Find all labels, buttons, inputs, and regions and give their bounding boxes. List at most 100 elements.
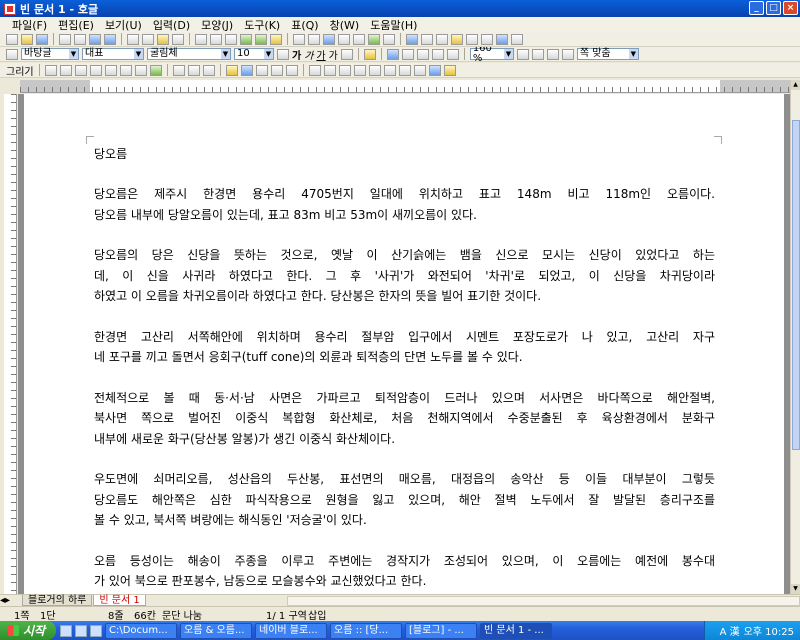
indent-icon[interactable] — [531, 48, 544, 60]
mail-merge-icon[interactable] — [436, 33, 448, 45]
picture-tool-icon[interactable] — [149, 64, 162, 76]
ime-indicator[interactable]: A 漢 — [720, 623, 740, 638]
footnote-icon[interactable] — [338, 33, 350, 45]
tab-blogger-day[interactable]: 블로거의 하루 — [22, 595, 93, 606]
scroll-thumb[interactable] — [792, 120, 800, 450]
menu-insert[interactable]: 입력(D) — [153, 17, 190, 33]
group-icon[interactable] — [187, 64, 200, 76]
font-size-select[interactable]: 10 ▼ — [234, 48, 274, 60]
document-area[interactable]: 당오름 당오름은 제주시 한경면 용수리 4705번지 일대에 위치하고 표고 … — [18, 94, 790, 594]
line-width-icon[interactable] — [270, 64, 283, 76]
bring-front-icon[interactable] — [308, 64, 321, 76]
print-icon[interactable] — [59, 33, 71, 45]
replace-icon[interactable] — [225, 33, 237, 45]
bullet-list-icon[interactable] — [546, 48, 559, 60]
line-spacing-icon[interactable] — [516, 48, 529, 60]
menu-table[interactable]: 표(Q) — [291, 17, 318, 33]
tab-blank-document[interactable]: 빈 문서 1 — [93, 595, 146, 606]
menu-format[interactable]: 모양(J) — [201, 17, 233, 33]
line-tool-icon[interactable] — [44, 64, 57, 76]
minimize-button[interactable]: _ — [749, 1, 764, 15]
paste-icon[interactable] — [157, 33, 169, 45]
rotate-icon[interactable] — [338, 64, 351, 76]
align-left-icon[interactable] — [401, 48, 414, 60]
document-page[interactable]: 당오름 당오름은 제주시 한경면 용수리 4705번지 일대에 위치하고 표고 … — [24, 94, 784, 594]
menu-help[interactable]: 도움말(H) — [370, 17, 417, 33]
column-icon[interactable] — [406, 33, 418, 45]
hyperlink-icon[interactable] — [308, 33, 320, 45]
text-color-icon[interactable] — [340, 48, 353, 60]
taskbar-blog[interactable]: [블로그] - ... — [405, 622, 477, 639]
ellipse-tool-icon[interactable] — [74, 64, 87, 76]
bookmark-icon[interactable] — [451, 33, 463, 45]
font-size-up-icon[interactable] — [277, 48, 289, 60]
redo-icon[interactable] — [104, 33, 116, 45]
taskbar-browser-2[interactable]: 네이버 블로... — [255, 622, 327, 639]
zoom-select[interactable]: 160 % ▼ — [469, 47, 514, 61]
horizontal-scrollbar[interactable] — [286, 595, 800, 606]
scroll-down-icon[interactable]: ▼ — [791, 584, 800, 594]
insert-chart-icon[interactable] — [255, 33, 267, 45]
scroll-up-icon[interactable]: ▲ — [791, 80, 800, 90]
print-preview-icon[interactable] — [74, 33, 86, 45]
underline-button[interactable]: 가 — [316, 47, 325, 62]
3d-icon[interactable] — [413, 64, 426, 76]
textbox-tool-icon[interactable] — [134, 64, 147, 76]
distribute-icon[interactable] — [446, 48, 459, 60]
horizontal-ruler[interactable] — [20, 80, 790, 93]
move-icon[interactable] — [428, 64, 441, 76]
bold-button[interactable]: 가 — [292, 47, 301, 62]
web-icon[interactable] — [323, 33, 335, 45]
maximize-button[interactable]: □ — [766, 1, 781, 15]
find-icon[interactable] — [210, 33, 222, 45]
help-icon[interactable] — [511, 33, 523, 45]
memo-icon[interactable] — [466, 33, 478, 45]
distribute-objects-icon[interactable] — [383, 64, 396, 76]
save-icon[interactable] — [36, 33, 48, 45]
status-insert-mode[interactable]: 삽입 — [308, 607, 326, 622]
font-select[interactable]: 굴림체 ▼ — [147, 48, 231, 60]
close-button[interactable]: × — [783, 1, 798, 15]
highlight-icon[interactable] — [363, 48, 376, 60]
desktop-icon[interactable] — [75, 624, 87, 637]
taskbar-explorer[interactable]: C:\Docum... — [105, 622, 177, 639]
header-icon[interactable] — [353, 33, 365, 45]
outline-button[interactable]: 가 — [329, 47, 338, 62]
spell-check-icon[interactable] — [195, 33, 207, 45]
shadow-icon[interactable] — [398, 64, 411, 76]
taskbar-hwp[interactable]: 빈 문서 1 - ... — [480, 622, 552, 639]
arrow-style-icon[interactable] — [285, 64, 298, 76]
align-objects-icon[interactable] — [368, 64, 381, 76]
symbol-icon[interactable] — [383, 33, 395, 45]
format-painter-icon[interactable] — [172, 33, 184, 45]
tab-nav-arrows-icon[interactable]: ◂▸ — [0, 595, 22, 606]
send-back-icon[interactable] — [323, 64, 336, 76]
numbered-list-icon[interactable] — [561, 48, 574, 60]
line-color-icon[interactable] — [225, 64, 238, 76]
fill-color-icon[interactable] — [240, 64, 253, 76]
taskbar-browser-1[interactable]: 오름 & 오름... — [180, 622, 252, 639]
copy-icon[interactable] — [142, 33, 154, 45]
rectangle-tool-icon[interactable] — [59, 64, 72, 76]
align-justify-icon[interactable] — [386, 48, 399, 60]
menu-tools[interactable]: 도구(K) — [244, 17, 280, 33]
media-icon[interactable] — [90, 624, 102, 637]
polygon-tool-icon[interactable] — [104, 64, 117, 76]
taskbar-browser-3[interactable]: 오름 :: [당... — [330, 622, 402, 639]
select-object-icon[interactable] — [172, 64, 185, 76]
insert-table-icon[interactable] — [240, 33, 252, 45]
italic-button[interactable]: 가 — [304, 47, 313, 62]
vertical-scrollbar[interactable]: ▲ ▼ — [790, 80, 800, 594]
transform-icon[interactable] — [443, 64, 456, 76]
send-icon[interactable] — [496, 33, 508, 45]
align-center-icon[interactable] — [416, 48, 429, 60]
curve-tool-icon[interactable] — [119, 64, 132, 76]
menu-file[interactable]: 파일(F) — [12, 17, 47, 33]
language-select[interactable]: 대표 ▼ — [82, 48, 144, 60]
open-folder-icon[interactable] — [21, 33, 33, 45]
style-select[interactable]: 바탕글 ▼ — [21, 48, 79, 60]
hanja-icon[interactable] — [368, 33, 380, 45]
flip-icon[interactable] — [353, 64, 366, 76]
document-body[interactable]: 당오름 당오름은 제주시 한경면 용수리 4705번지 일대에 위치하고 표고 … — [94, 144, 715, 592]
ungroup-icon[interactable] — [202, 64, 215, 76]
